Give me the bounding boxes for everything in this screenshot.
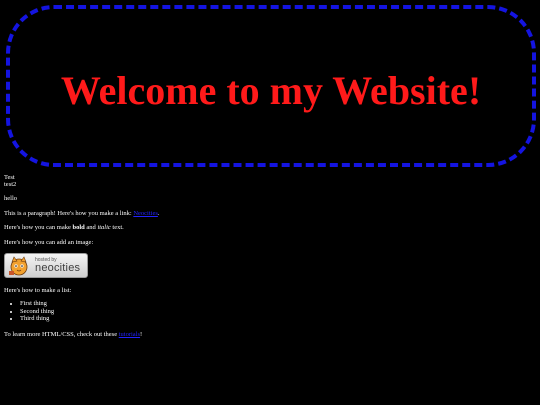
badge-brand: neocities [35, 262, 81, 274]
format-text-mid: and [84, 224, 98, 231]
paragraph-link: This is a paragraph! Here's how you make… [4, 210, 160, 218]
list-item: First thing [20, 300, 54, 308]
italic-text: italic [97, 224, 111, 231]
paragraph-end: . [157, 210, 160, 217]
bullet-list: First thing Second thing Third thing [4, 300, 54, 323]
format-text-pre: Here's how you can make [4, 224, 73, 231]
bold-text: bold [72, 224, 85, 231]
cat-mascot-icon [9, 256, 28, 276]
image-intro: Here's how you can add an image: [4, 239, 94, 246]
page-title: Welcome to my Website! [60, 68, 482, 113]
neocities-link[interactable]: Neocities [133, 210, 158, 217]
neocities-badge-image[interactable]: hosted by neocities [4, 253, 88, 278]
list-intro: Here's how to make a list: [4, 287, 72, 294]
text-hello: hello [4, 195, 17, 202]
text-test2: test2 [4, 181, 17, 188]
list-item: Second thing [20, 308, 54, 316]
header-banner: Welcome to my Website! [6, 5, 536, 167]
list-item: Third thing [20, 315, 54, 323]
learn-end: ! [140, 331, 143, 338]
learn-more-line: To learn more HTML/CSS, check out these … [4, 331, 142, 339]
format-text-end: text. [110, 224, 124, 231]
paragraph-text: This is a paragraph! Here's how you make… [4, 210, 134, 217]
paragraph-formatting: Here's how you can make bold and italic … [4, 224, 124, 232]
tutorials-link[interactable]: tutorials [119, 331, 140, 338]
learn-text: To learn more HTML/CSS, check out these [4, 331, 119, 338]
